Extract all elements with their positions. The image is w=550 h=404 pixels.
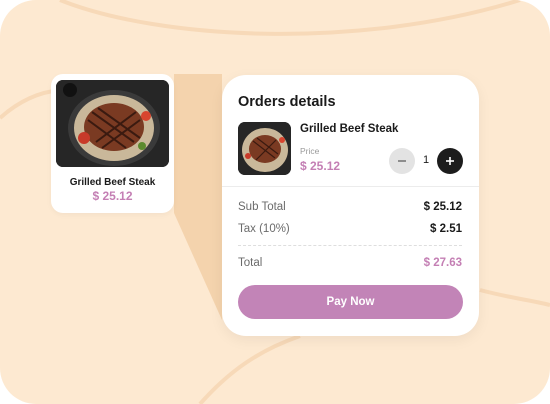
plus-icon bbox=[446, 157, 454, 165]
item-name: Grilled Beef Steak bbox=[300, 123, 399, 135]
section-divider bbox=[222, 186, 479, 187]
price-label: Price bbox=[300, 146, 320, 156]
tax-label: Tax (10%) bbox=[238, 223, 290, 235]
tax-value: $ 2.51 bbox=[430, 223, 462, 235]
steak-thumbnail-illustration bbox=[238, 122, 291, 175]
minus-icon bbox=[398, 160, 406, 162]
total-value: $ 27.63 bbox=[423, 257, 462, 269]
product-name: Grilled Beef Steak bbox=[69, 177, 156, 188]
order-details-card: Orders details Grilled Beef Steak Price … bbox=[222, 75, 479, 336]
background-panel: Grilled Beef Steak $ 25.12 Orders detail… bbox=[0, 0, 550, 404]
subtotal-value: $ 25.12 bbox=[423, 201, 462, 213]
subtotal-label: Sub Total bbox=[238, 201, 286, 213]
steak-illustration bbox=[56, 80, 169, 167]
product-card[interactable]: Grilled Beef Steak $ 25.12 bbox=[51, 74, 174, 213]
product-price: $ 25.12 bbox=[92, 189, 133, 203]
steak-image bbox=[56, 80, 169, 167]
order-title: Orders details bbox=[238, 94, 336, 110]
item-price: $ 25.12 bbox=[300, 159, 341, 173]
total-label: Total bbox=[238, 257, 263, 269]
dashed-divider bbox=[238, 245, 462, 246]
increase-quantity-button[interactable] bbox=[437, 148, 463, 174]
pay-now-button[interactable]: Pay Now bbox=[238, 285, 463, 319]
decrease-quantity-button[interactable] bbox=[389, 148, 415, 174]
quantity-value: 1 bbox=[422, 154, 430, 166]
steak-thumbnail bbox=[238, 122, 291, 175]
